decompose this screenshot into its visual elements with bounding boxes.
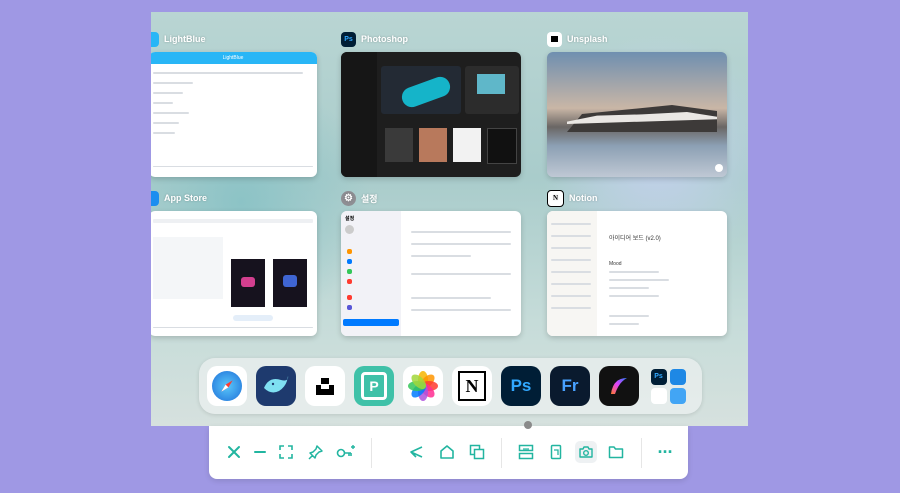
screenshot-button[interactable] [575, 441, 597, 463]
camera-icon [579, 446, 593, 458]
app-store-icon [151, 190, 159, 206]
more-button[interactable]: ··· [654, 441, 676, 463]
settings-sidebar-title: 설정 [345, 216, 355, 222]
photoshop-app-icon: Ps [341, 31, 356, 47]
split-screen-icon [518, 444, 534, 460]
app-name-label: Notion [569, 193, 598, 203]
app-title-settings: ⚙ 설정 [341, 189, 378, 207]
split-screen-button[interactable] [515, 441, 537, 463]
dock-procreate[interactable] [599, 366, 639, 406]
app-window-notion[interactable]: N Notion 아이디어 보드 (v2.0) Mood [547, 189, 727, 336]
app-title-photoshop: Ps Photoshop [341, 30, 408, 48]
dock-photos[interactable] [403, 366, 443, 406]
unsplash-app-icon [547, 31, 562, 47]
dock-picsart[interactable]: P [354, 366, 394, 406]
fullscreen-icon [279, 445, 293, 459]
key-icon [336, 445, 355, 458]
overview-button[interactable] [466, 441, 488, 463]
fullscreen-button[interactable] [275, 441, 297, 463]
dock-photoshop[interactable]: Ps [501, 366, 541, 406]
notion-heading: Mood [609, 261, 622, 267]
close-icon [228, 446, 240, 458]
notion-page-title: 아이디어 보드 (v2.0) [609, 236, 661, 242]
minus-icon [254, 451, 266, 453]
window-toolbar: ··· [209, 426, 688, 479]
more-icon: ··· [657, 441, 674, 462]
safari-icon [212, 371, 242, 401]
dock-lightblue[interactable] [256, 366, 296, 406]
lightblue-whale-icon [264, 376, 289, 393]
toolbar-separator [641, 438, 642, 468]
toolbar-separator [501, 438, 502, 468]
pin-button[interactable] [305, 441, 327, 463]
app-name-label: LightBlue [164, 34, 206, 44]
dock-fresco[interactable]: Fr [550, 366, 590, 406]
close-button[interactable] [223, 441, 245, 463]
app-library-icon: Ps [650, 368, 686, 404]
app-name-label: 설정 [361, 193, 378, 204]
app-title-lightblue: LightBlue [151, 30, 206, 48]
photoshop-icon: Ps [510, 376, 532, 395]
app-name-label: Unsplash [567, 34, 608, 44]
app-window-lightblue[interactable]: LightBlue LightBlue [151, 30, 317, 177]
back-button[interactable] [405, 441, 427, 463]
lightblue-header-bar: LightBlue [151, 52, 317, 64]
app-switcher-screen: LightBlue LightBlue Ps Photoshop Unsplas… [151, 12, 748, 426]
toolbar-separator [371, 438, 372, 468]
pin-icon [308, 445, 323, 460]
dock-app-library[interactable]: Ps [648, 366, 688, 406]
overview-icon [469, 444, 485, 460]
picsart-icon: P [361, 372, 387, 400]
folder-icon [608, 446, 624, 459]
app-name-label: App Store [164, 193, 208, 203]
notion-icon: N [458, 371, 486, 401]
home-button[interactable] [436, 441, 458, 463]
fresco-icon: Fr [561, 376, 579, 395]
dock-unsplash[interactable] [305, 366, 345, 406]
files-button[interactable] [605, 441, 627, 463]
minimize-button[interactable] [249, 441, 271, 463]
home-icon [440, 445, 454, 459]
photos-icon [408, 371, 438, 401]
app-title-unsplash: Unsplash [547, 30, 608, 48]
app-title-notion: N Notion [547, 189, 598, 207]
drag-handle[interactable] [524, 421, 532, 429]
notion-app-icon: N [547, 189, 564, 207]
lightblue-app-icon [151, 31, 159, 47]
dock: P N Ps Fr Ps [199, 358, 702, 414]
unsplash-icon [316, 378, 334, 395]
rotate-screen-icon [550, 444, 562, 460]
dock-safari[interactable] [207, 366, 247, 406]
app-window-settings[interactable]: ⚙ 설정 설정 [341, 189, 521, 336]
rotate-button[interactable] [545, 441, 567, 463]
procreate-icon [611, 378, 627, 394]
key-button[interactable] [335, 441, 357, 463]
app-title-app-store: App Store [151, 189, 207, 207]
app-window-photoshop[interactable]: Ps Photoshop [341, 30, 521, 177]
app-window-unsplash[interactable]: Unsplash [547, 30, 727, 177]
app-name-label: Photoshop [361, 34, 408, 44]
back-arrow-icon [410, 446, 423, 458]
lightblue-header-title: LightBlue [222, 55, 244, 61]
dock-notion[interactable]: N [452, 366, 492, 406]
settings-gear-icon: ⚙ [341, 190, 356, 206]
app-window-app-store[interactable]: App Store [151, 189, 317, 336]
